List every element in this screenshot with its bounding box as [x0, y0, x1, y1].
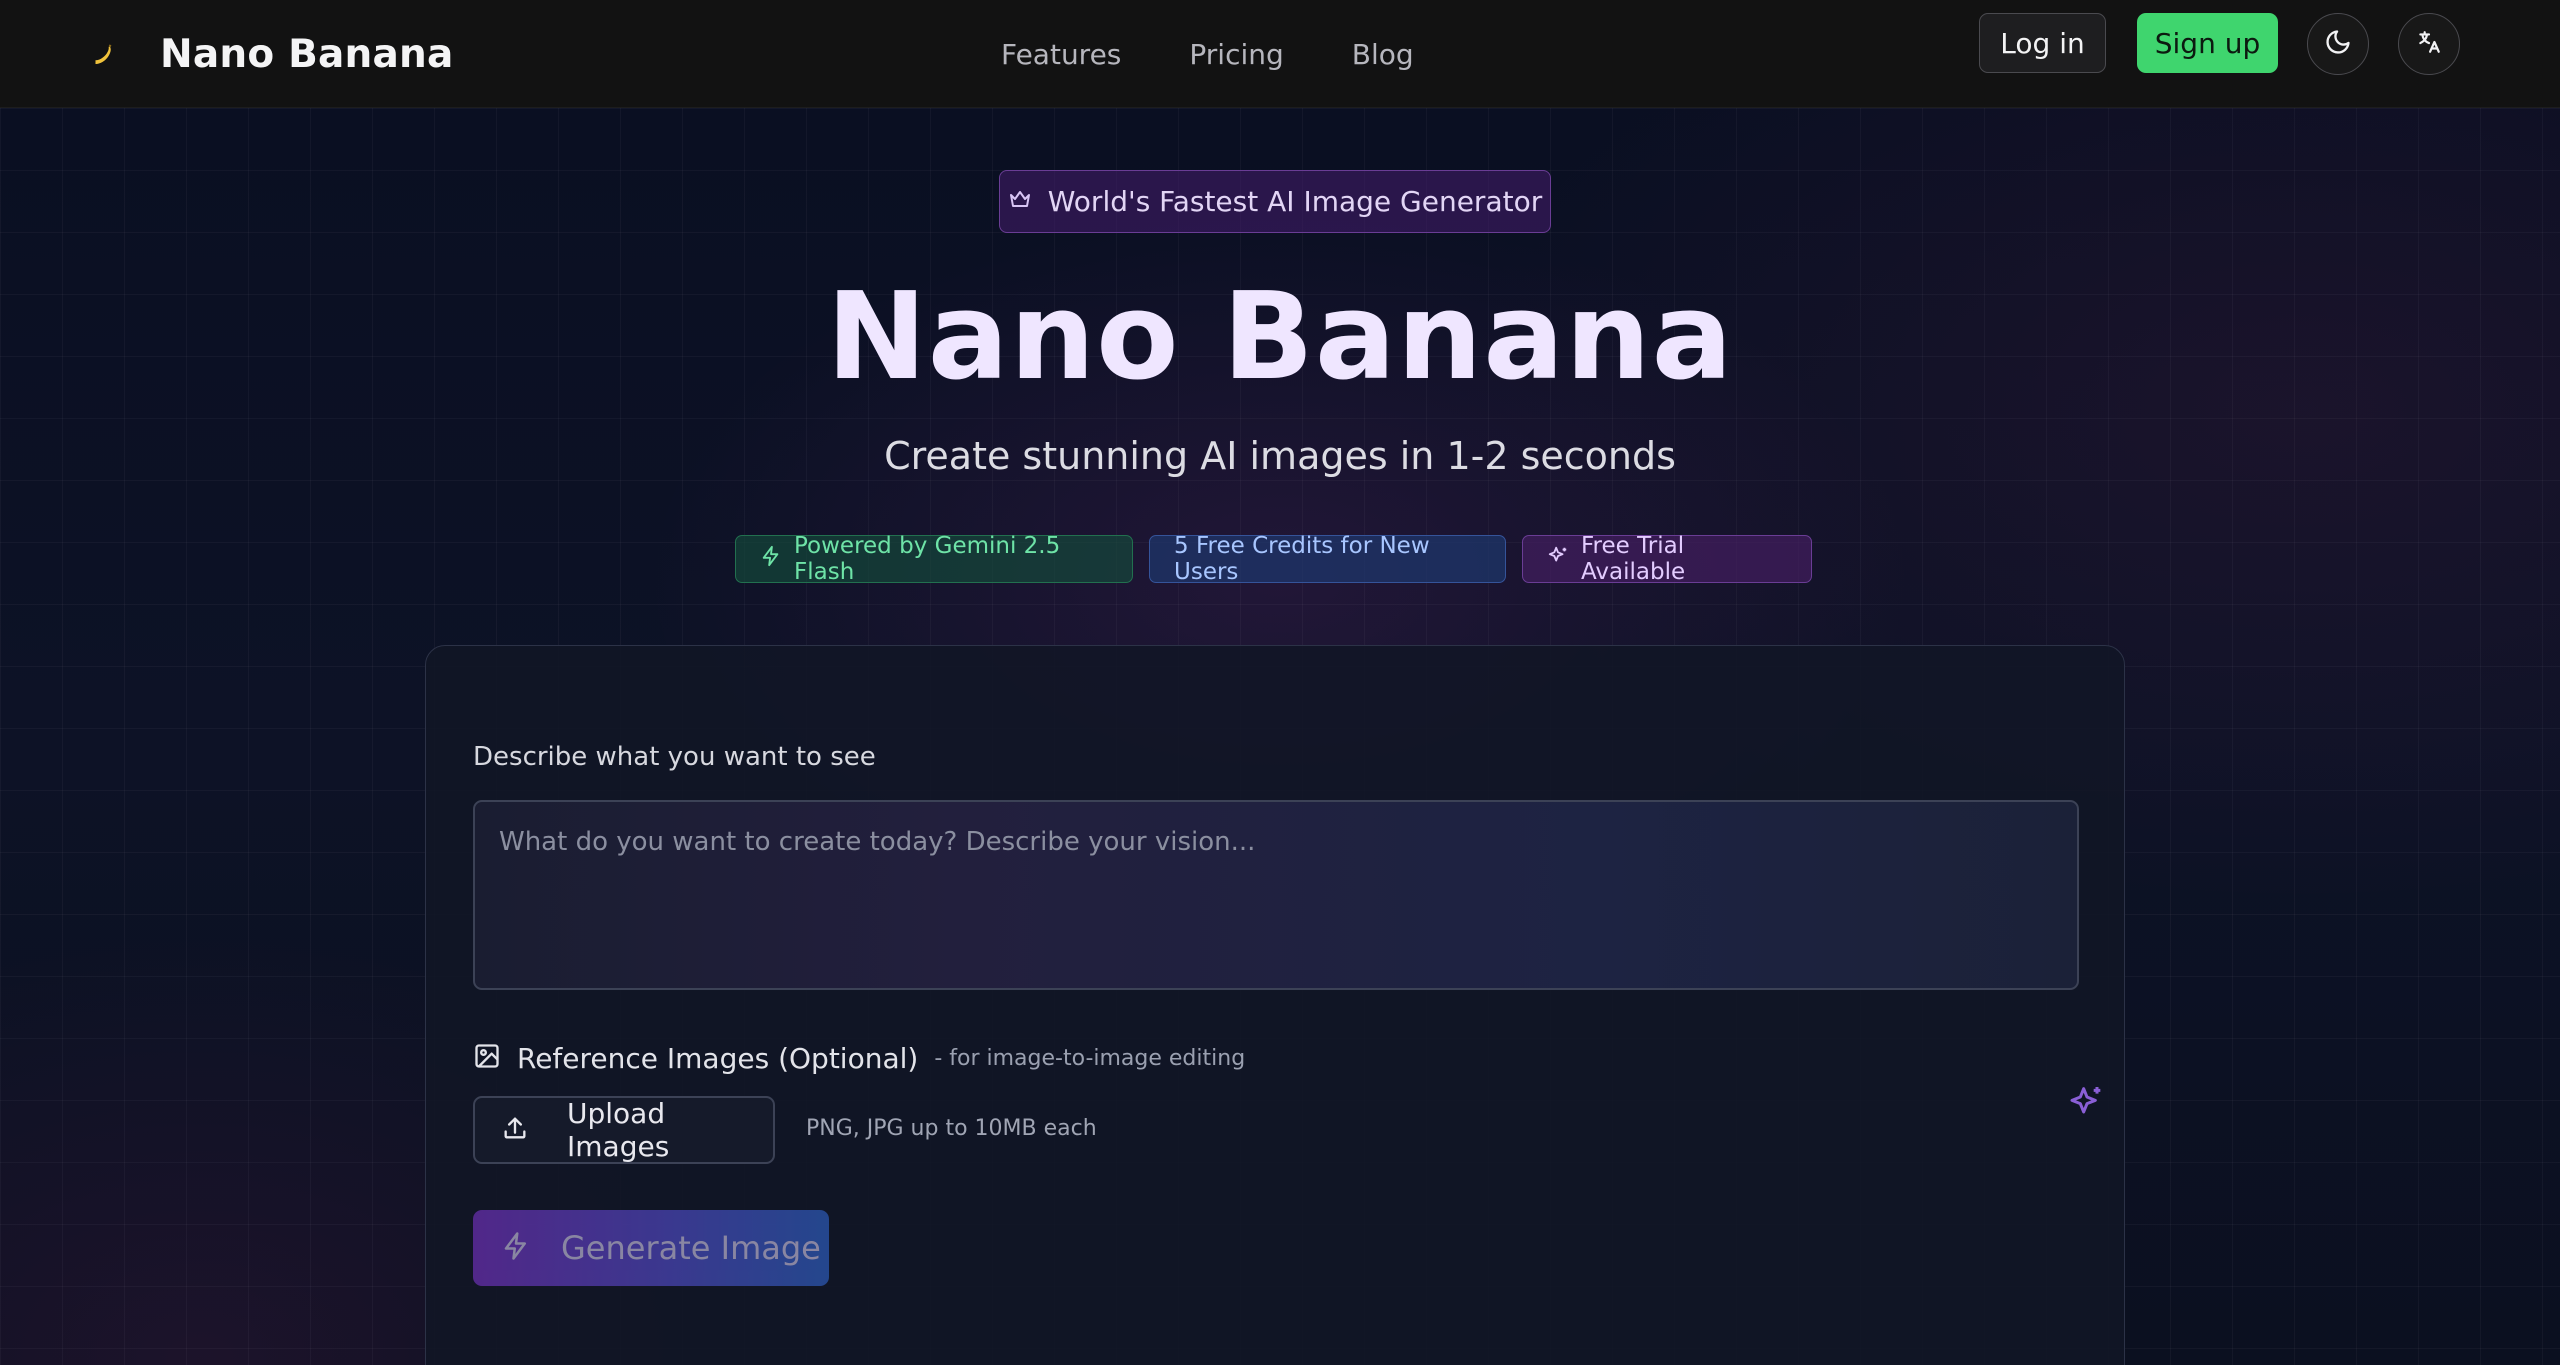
signup-button[interactable]: Sign up — [2137, 13, 2278, 73]
upload-icon — [501, 1114, 529, 1146]
reference-images-note: - for image-to-image editing — [934, 1045, 1246, 1071]
lightning-icon — [501, 1231, 531, 1265]
pill-free-credits-label: 5 Free Credits for New Users — [1174, 533, 1430, 585]
sparkles-icon — [1547, 545, 1569, 573]
brand-name: Nano Banana — [160, 31, 454, 77]
reference-images-header: Reference Images (Optional) - for image-… — [473, 1038, 1245, 1078]
moon-icon — [2324, 28, 2352, 60]
image-icon — [473, 1042, 501, 1074]
translate-icon — [2416, 29, 2442, 59]
nav-blog[interactable]: Blog — [1352, 38, 1414, 71]
upload-images-button[interactable]: Upload Images — [473, 1096, 775, 1164]
brand-link[interactable]: Nano Banana — [88, 22, 454, 86]
main-nav: Features Pricing Blog — [1001, 26, 1414, 82]
prompt-label: Describe what you want to see — [473, 742, 876, 772]
pill-gemini: Powered by Gemini 2.5 Flash — [735, 533, 1133, 585]
sparkles-icon — [2067, 1082, 2107, 1126]
prompt-input[interactable] — [499, 822, 1999, 862]
generate-image-button[interactable]: Generate Image — [473, 1210, 829, 1286]
generator-card: Describe what you want to see Reference … — [425, 645, 2125, 1365]
enhance-prompt-button[interactable] — [2065, 1082, 2109, 1126]
pill-gemini-label: Powered by Gemini 2.5 Flash — [794, 533, 1061, 585]
feature-pills: Powered by Gemini 2.5 Flash 5 Free Credi… — [735, 533, 1812, 585]
prompt-box[interactable] — [473, 800, 2101, 1114]
nav-features[interactable]: Features — [1001, 38, 1121, 71]
upload-hint: PNG, JPG up to 10MB each — [806, 1116, 1097, 1141]
crown-icon — [1008, 185, 1032, 218]
pill-free-trial-label: Free Trial Available — [1581, 533, 1686, 585]
theme-toggle-button[interactable] — [2307, 13, 2369, 75]
pill-free-credits: 5 Free Credits for New Users — [1149, 533, 1506, 585]
hero-badge-text: World's Fastest AI Image Generator — [1047, 185, 1543, 218]
hero-subtitle: Create stunning AI images in 1-2 seconds — [884, 434, 1676, 478]
lightning-icon — [760, 545, 782, 573]
top-navbar: Nano Banana Features Pricing Blog Log in… — [0, 0, 2560, 108]
nav-pricing[interactable]: Pricing — [1189, 38, 1283, 71]
generate-image-label: Generate Image — [561, 1229, 821, 1267]
hero-title: Nano Banana — [826, 268, 1734, 407]
banana-icon — [88, 39, 118, 69]
pill-free-trial: Free Trial Available — [1522, 533, 1812, 585]
hero-badge: World's Fastest AI Image Generator — [999, 170, 1551, 233]
language-button[interactable] — [2398, 13, 2460, 75]
reference-images-title: Reference Images (Optional) — [517, 1041, 919, 1075]
login-button[interactable]: Log in — [1979, 13, 2106, 73]
upload-images-label: Upload Images — [567, 1097, 670, 1163]
